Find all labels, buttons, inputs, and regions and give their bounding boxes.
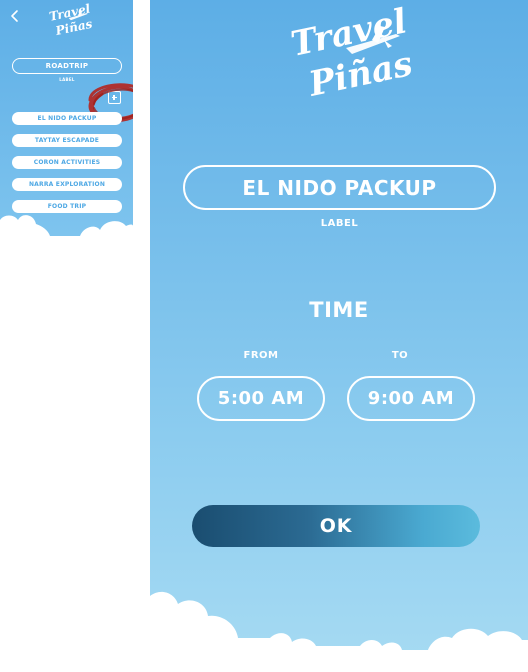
travel-pinas-logo: Travel Piñas: [288, 1, 416, 105]
trip-name-caption: LABEL: [320, 218, 359, 229]
travel-pinas-logo-small: Travel Piñas: [44, 1, 94, 38]
chevron-left-icon: [11, 10, 18, 22]
time-heading: TIME: [309, 298, 369, 322]
add-trip-button[interactable]: [108, 91, 121, 104]
roadtrip-label-field[interactable]: ROADTRIP: [12, 58, 122, 74]
trip-item[interactable]: NARRA EXPLORATION: [12, 178, 122, 191]
roadtrip-field-caption: LABEL: [59, 77, 75, 82]
to-label: TO: [391, 350, 409, 361]
ok-button[interactable]: OK: [192, 505, 480, 547]
main-panel: Travel Piñas EL NIDO PACKUP LABEL TIME F…: [150, 0, 528, 672]
trip-item[interactable]: TAYTAY ESCAPADE: [12, 134, 122, 147]
to-time-field[interactable]: 9:00 AM: [347, 376, 475, 421]
sidebar-panel: Travel Piñas ROADTRIP LABEL EL NIDO PACK…: [0, 0, 133, 236]
trip-name-field[interactable]: EL NIDO PACKUP: [183, 165, 496, 210]
from-label: FROM: [243, 350, 279, 361]
clouds-decoration: [0, 215, 133, 236]
from-time-field[interactable]: 5:00 AM: [197, 376, 325, 421]
back-button[interactable]: [8, 8, 22, 24]
trip-item[interactable]: CORON ACTIVITIES: [12, 156, 122, 169]
trip-item[interactable]: EL NIDO PACKUP: [12, 112, 122, 125]
clouds-decoration: [150, 591, 528, 672]
